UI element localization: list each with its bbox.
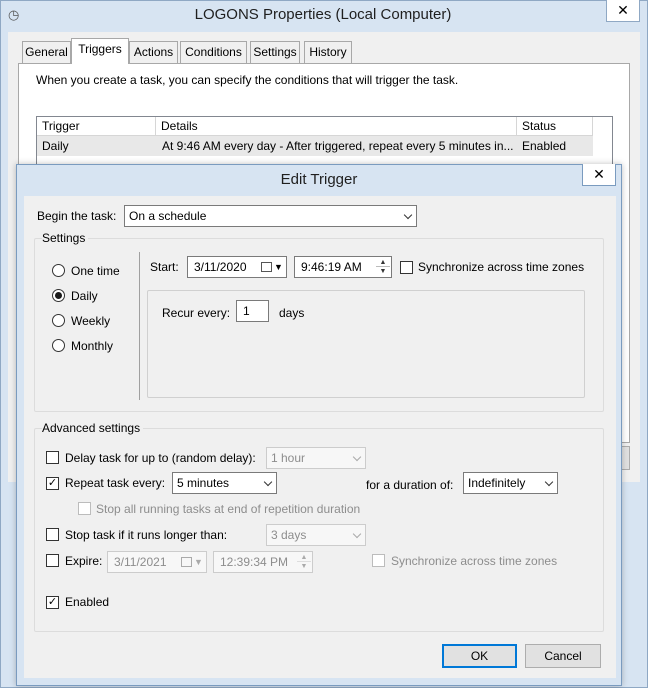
repeat-task-checkbox[interactable]: ✓	[46, 477, 59, 490]
enabled-label[interactable]: Enabled	[65, 594, 109, 610]
calendar-icon	[181, 557, 192, 567]
stop-task-checkbox[interactable]	[46, 528, 59, 541]
ok-button[interactable]: OK	[442, 644, 517, 668]
expire-date-picker[interactable]: 3/11/2021 ▼	[107, 551, 207, 573]
stop-all-tasks-label[interactable]: Stop all running tasks at end of repetit…	[96, 501, 360, 517]
delay-task-label[interactable]: Delay task for up to (random delay):	[65, 450, 256, 466]
duration-label: for a duration of:	[366, 478, 454, 492]
dialog-title: Edit Trigger	[280, 171, 358, 188]
spin-down-icon[interactable]: ▼	[376, 267, 390, 276]
stop-task-value: 3 days	[271, 528, 307, 542]
radio-selected-dot	[55, 292, 62, 299]
radio-monthly-label[interactable]: Monthly	[71, 338, 113, 354]
radio-monthly[interactable]	[52, 339, 65, 352]
delay-task-checkbox[interactable]	[46, 451, 59, 464]
spin-up-icon[interactable]: ▲	[297, 553, 311, 562]
radio-daily-label[interactable]: Daily	[71, 288, 98, 304]
settings-divider	[139, 252, 140, 400]
begin-task-label: Begin the task:	[37, 209, 117, 223]
start-date-value: 3/11/2020	[194, 260, 247, 274]
tab-history[interactable]: History	[304, 41, 352, 63]
radio-weekly-label[interactable]: Weekly	[71, 313, 110, 329]
tab-settings[interactable]: Settings	[250, 41, 300, 63]
repeat-interval-value: 5 minutes	[177, 476, 230, 490]
spin-down-icon[interactable]: ▼	[297, 562, 311, 571]
stop-task-label[interactable]: Stop task if it runs longer than:	[65, 527, 227, 543]
chevron-down-icon	[352, 452, 362, 462]
recur-every-input[interactable]: 1	[236, 300, 269, 322]
delay-task-value: 1 hour	[271, 451, 306, 465]
radio-one-time-label[interactable]: One time	[71, 263, 120, 279]
tab-actions[interactable]: Actions	[129, 41, 178, 63]
status-cell: Enabled	[522, 139, 567, 153]
expire-time-field[interactable]: 12:39:34 PM ▲ ▼	[213, 551, 313, 573]
properties-close-button[interactable]: ✕	[606, 0, 640, 22]
delay-task-select[interactable]: 1 hour	[266, 447, 366, 469]
chevron-down-icon	[263, 477, 273, 487]
expire-time-value: 12:39:34 PM	[220, 555, 289, 569]
start-time-field[interactable]: 9:46:19 AM ▲ ▼	[294, 256, 392, 278]
begin-task-value: On a schedule	[129, 209, 207, 223]
recur-every-label: Recur every:	[162, 306, 231, 320]
cancel-button[interactable]: Cancel	[525, 644, 601, 668]
sync-timezones-label[interactable]: Synchronize across time zones	[418, 259, 584, 275]
duration-select[interactable]: Indefinitely	[463, 472, 558, 494]
enabled-checkbox[interactable]: ✓	[46, 596, 59, 609]
radio-daily[interactable]	[52, 289, 65, 302]
dialog-close-button[interactable]: ✕	[582, 164, 616, 186]
settings-group-label: Settings	[42, 230, 89, 246]
expire-sync-label[interactable]: Synchronize across time zones	[391, 553, 557, 569]
start-label: Start:	[150, 260, 179, 274]
stop-task-select[interactable]: 3 days	[266, 524, 366, 546]
start-time-value: 9:46:19 AM	[301, 260, 362, 274]
radio-one-time[interactable]	[52, 264, 65, 277]
spin-up-icon[interactable]: ▲	[376, 258, 390, 267]
duration-value: Indefinitely	[468, 476, 526, 490]
trigger-cell: Daily	[42, 139, 69, 153]
stop-all-tasks-checkbox[interactable]	[78, 502, 91, 515]
properties-window-title: LOGONS Properties (Local Computer)	[194, 6, 452, 23]
tab-conditions[interactable]: Conditions	[180, 41, 247, 63]
chevron-down-icon	[403, 210, 413, 220]
column-header-trigger[interactable]: Trigger	[37, 117, 156, 136]
chevron-down-icon: ▼	[274, 262, 283, 272]
details-cell: At 9:46 AM every day - After triggered, …	[162, 139, 514, 153]
radio-weekly[interactable]	[52, 314, 65, 327]
sync-timezones-checkbox[interactable]	[400, 261, 413, 274]
start-date-picker[interactable]: 3/11/2020 ▼	[187, 256, 287, 278]
column-header-details[interactable]: Details	[156, 117, 517, 136]
repeat-interval-select[interactable]: 5 minutes	[172, 472, 277, 494]
tab-triggers[interactable]: Triggers	[71, 38, 129, 64]
triggers-description: When you create a task, you can specify …	[36, 73, 459, 87]
chevron-down-icon: ▼	[194, 557, 203, 567]
calendar-icon	[261, 262, 272, 272]
expire-checkbox[interactable]	[46, 554, 59, 567]
advanced-settings-label: Advanced settings	[42, 420, 144, 436]
column-header-status[interactable]: Status	[517, 117, 593, 136]
repeat-task-label[interactable]: Repeat task every:	[65, 475, 165, 491]
begin-task-select[interactable]: On a schedule	[124, 205, 417, 227]
chevron-down-icon	[352, 529, 362, 539]
tab-general[interactable]: General	[22, 41, 71, 63]
chevron-down-icon	[544, 477, 554, 487]
recur-unit-label: days	[279, 306, 305, 320]
expire-sync-checkbox[interactable]	[372, 554, 385, 567]
expire-label[interactable]: Expire:	[65, 553, 102, 569]
expire-date-value: 3/11/2021	[114, 555, 167, 569]
